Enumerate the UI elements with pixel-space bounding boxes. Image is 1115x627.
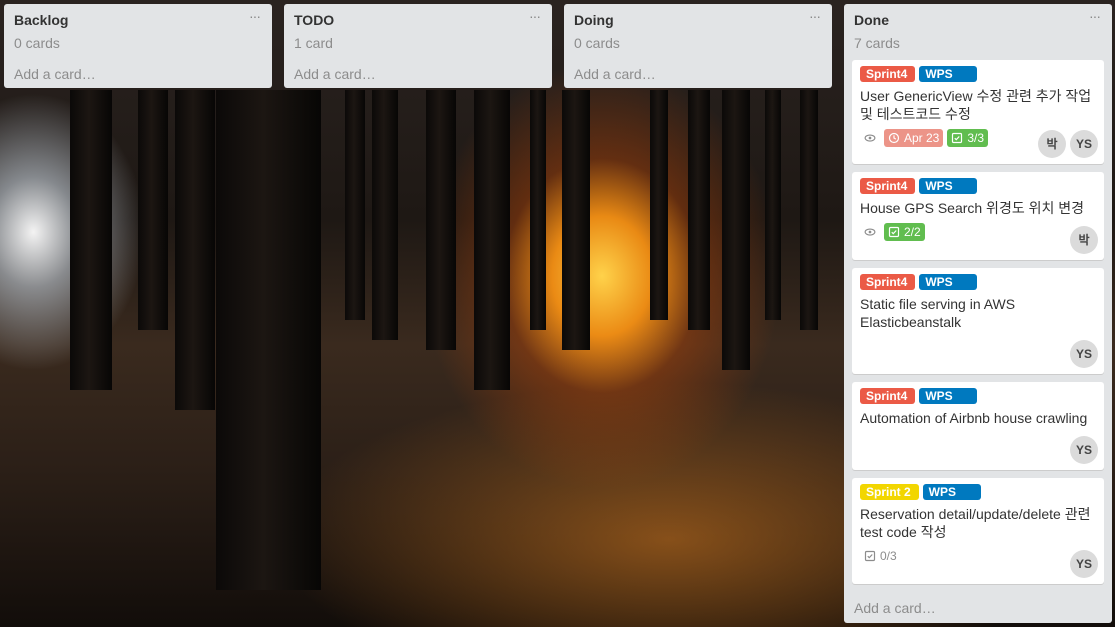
pier-pillar <box>650 90 668 320</box>
label-red: Sprint4 <box>860 388 916 404</box>
checklist-badge: 2/2 <box>884 223 925 241</box>
list-card-count: 0 cards <box>14 35 60 51</box>
pier-pillar <box>688 90 710 330</box>
due-date-text: Apr 23 <box>904 131 940 145</box>
checklist-badge: 3/3 <box>947 129 989 147</box>
card-title: User GenericView 수정 관련 추가 작업 및 테스트코드 수정 <box>860 88 1092 122</box>
add-card-button[interactable]: Add a card… <box>844 592 1112 624</box>
label-red: Sprint4 <box>860 66 916 82</box>
avatar[interactable]: 박 <box>1038 130 1066 158</box>
avatar[interactable]: YS <box>1070 550 1098 578</box>
pier-pillar <box>474 90 510 390</box>
label-red: Sprint4 <box>860 178 916 194</box>
avatar[interactable]: YS <box>1070 340 1098 368</box>
list-menu-icon[interactable]: ··· <box>529 8 541 24</box>
list-card-count: 0 cards <box>574 35 620 51</box>
pier-pillar <box>800 90 818 330</box>
list-doing: Doing 0 cards ··· Add a card… <box>564 4 832 88</box>
pier-pillar <box>562 90 590 350</box>
due-date-badge: Apr 23 <box>884 129 944 147</box>
card[interactable]: Sprint4 WPS Static file serving in AWS E… <box>852 268 1104 374</box>
card[interactable]: Sprint 2 WPS Reservation detail/update/d… <box>852 478 1104 584</box>
list-title[interactable]: Done <box>854 12 1102 29</box>
label-blue: WPS <box>919 274 978 290</box>
add-card-button[interactable]: Add a card… <box>284 58 552 90</box>
clock-icon <box>888 132 900 144</box>
list-title[interactable]: Doing <box>574 12 822 29</box>
pier-pillar <box>530 90 546 330</box>
pier-pillar <box>175 90 215 410</box>
checklist-icon <box>888 226 900 238</box>
checklist-badge: 0/3 <box>860 547 901 565</box>
label-blue: WPS <box>922 484 981 500</box>
label-yellow: Sprint 2 <box>860 484 919 500</box>
pier-pillar <box>722 90 750 370</box>
card-title: Reservation detail/update/delete 관련 test… <box>860 506 1091 540</box>
pier-pillar <box>372 90 398 340</box>
card-title: House GPS Search 위경도 위치 변경 <box>860 200 1085 216</box>
pier-pillar <box>426 90 456 350</box>
list-menu-icon[interactable]: ··· <box>809 8 821 24</box>
list-title[interactable]: Backlog <box>14 12 262 29</box>
pier-pillar <box>216 90 321 590</box>
card[interactable]: Sprint4 WPS Automation of Airbnb house c… <box>852 382 1104 470</box>
list-menu-icon[interactable]: ··· <box>249 8 261 24</box>
card[interactable]: Sprint4 WPS User GenericView 수정 관련 추가 작업… <box>852 60 1104 164</box>
add-card-button[interactable]: Add a card… <box>4 58 272 90</box>
list-title[interactable]: TODO <box>294 12 542 29</box>
label-blue: WPS <box>919 388 978 404</box>
label-red: Sprint4 <box>860 274 916 290</box>
checklist-icon <box>952 132 963 144</box>
list-done: Done 7 cards ··· Sprint4 WPS User Generi… <box>844 4 1112 623</box>
list-card-count: 1 card <box>294 35 333 51</box>
checklist-text: 3/3 <box>967 131 985 145</box>
card-title: Automation of Airbnb house crawling <box>860 410 1088 426</box>
list-backlog: Backlog 0 cards ··· Add a card… <box>4 4 272 88</box>
eye-icon <box>860 223 880 241</box>
add-card-button[interactable]: Add a card… <box>564 58 832 90</box>
eye-icon <box>860 129 880 147</box>
label-blue: WPS <box>919 178 978 194</box>
checklist-text: 2/2 <box>904 225 921 239</box>
label-blue: WPS <box>919 66 978 82</box>
pier-pillar <box>70 90 112 390</box>
card-title: Static file serving in AWS Elasticbeanst… <box>860 296 1016 330</box>
list-menu-icon[interactable]: ··· <box>1089 8 1101 24</box>
avatar[interactable]: YS <box>1070 130 1098 158</box>
list-todo: TODO 1 card ··· Add a card… <box>284 4 552 88</box>
pier-pillar <box>138 90 168 330</box>
avatar[interactable]: YS <box>1070 436 1098 464</box>
checklist-icon <box>864 550 876 562</box>
checklist-text: 0/3 <box>880 549 897 563</box>
card[interactable]: Sprint4 WPS House GPS Search 위경도 위치 변경 2… <box>852 172 1104 260</box>
pier-pillar <box>345 90 365 320</box>
list-card-count: 7 cards <box>854 35 900 51</box>
pier-pillar <box>765 90 781 320</box>
avatar[interactable]: 박 <box>1070 226 1098 254</box>
